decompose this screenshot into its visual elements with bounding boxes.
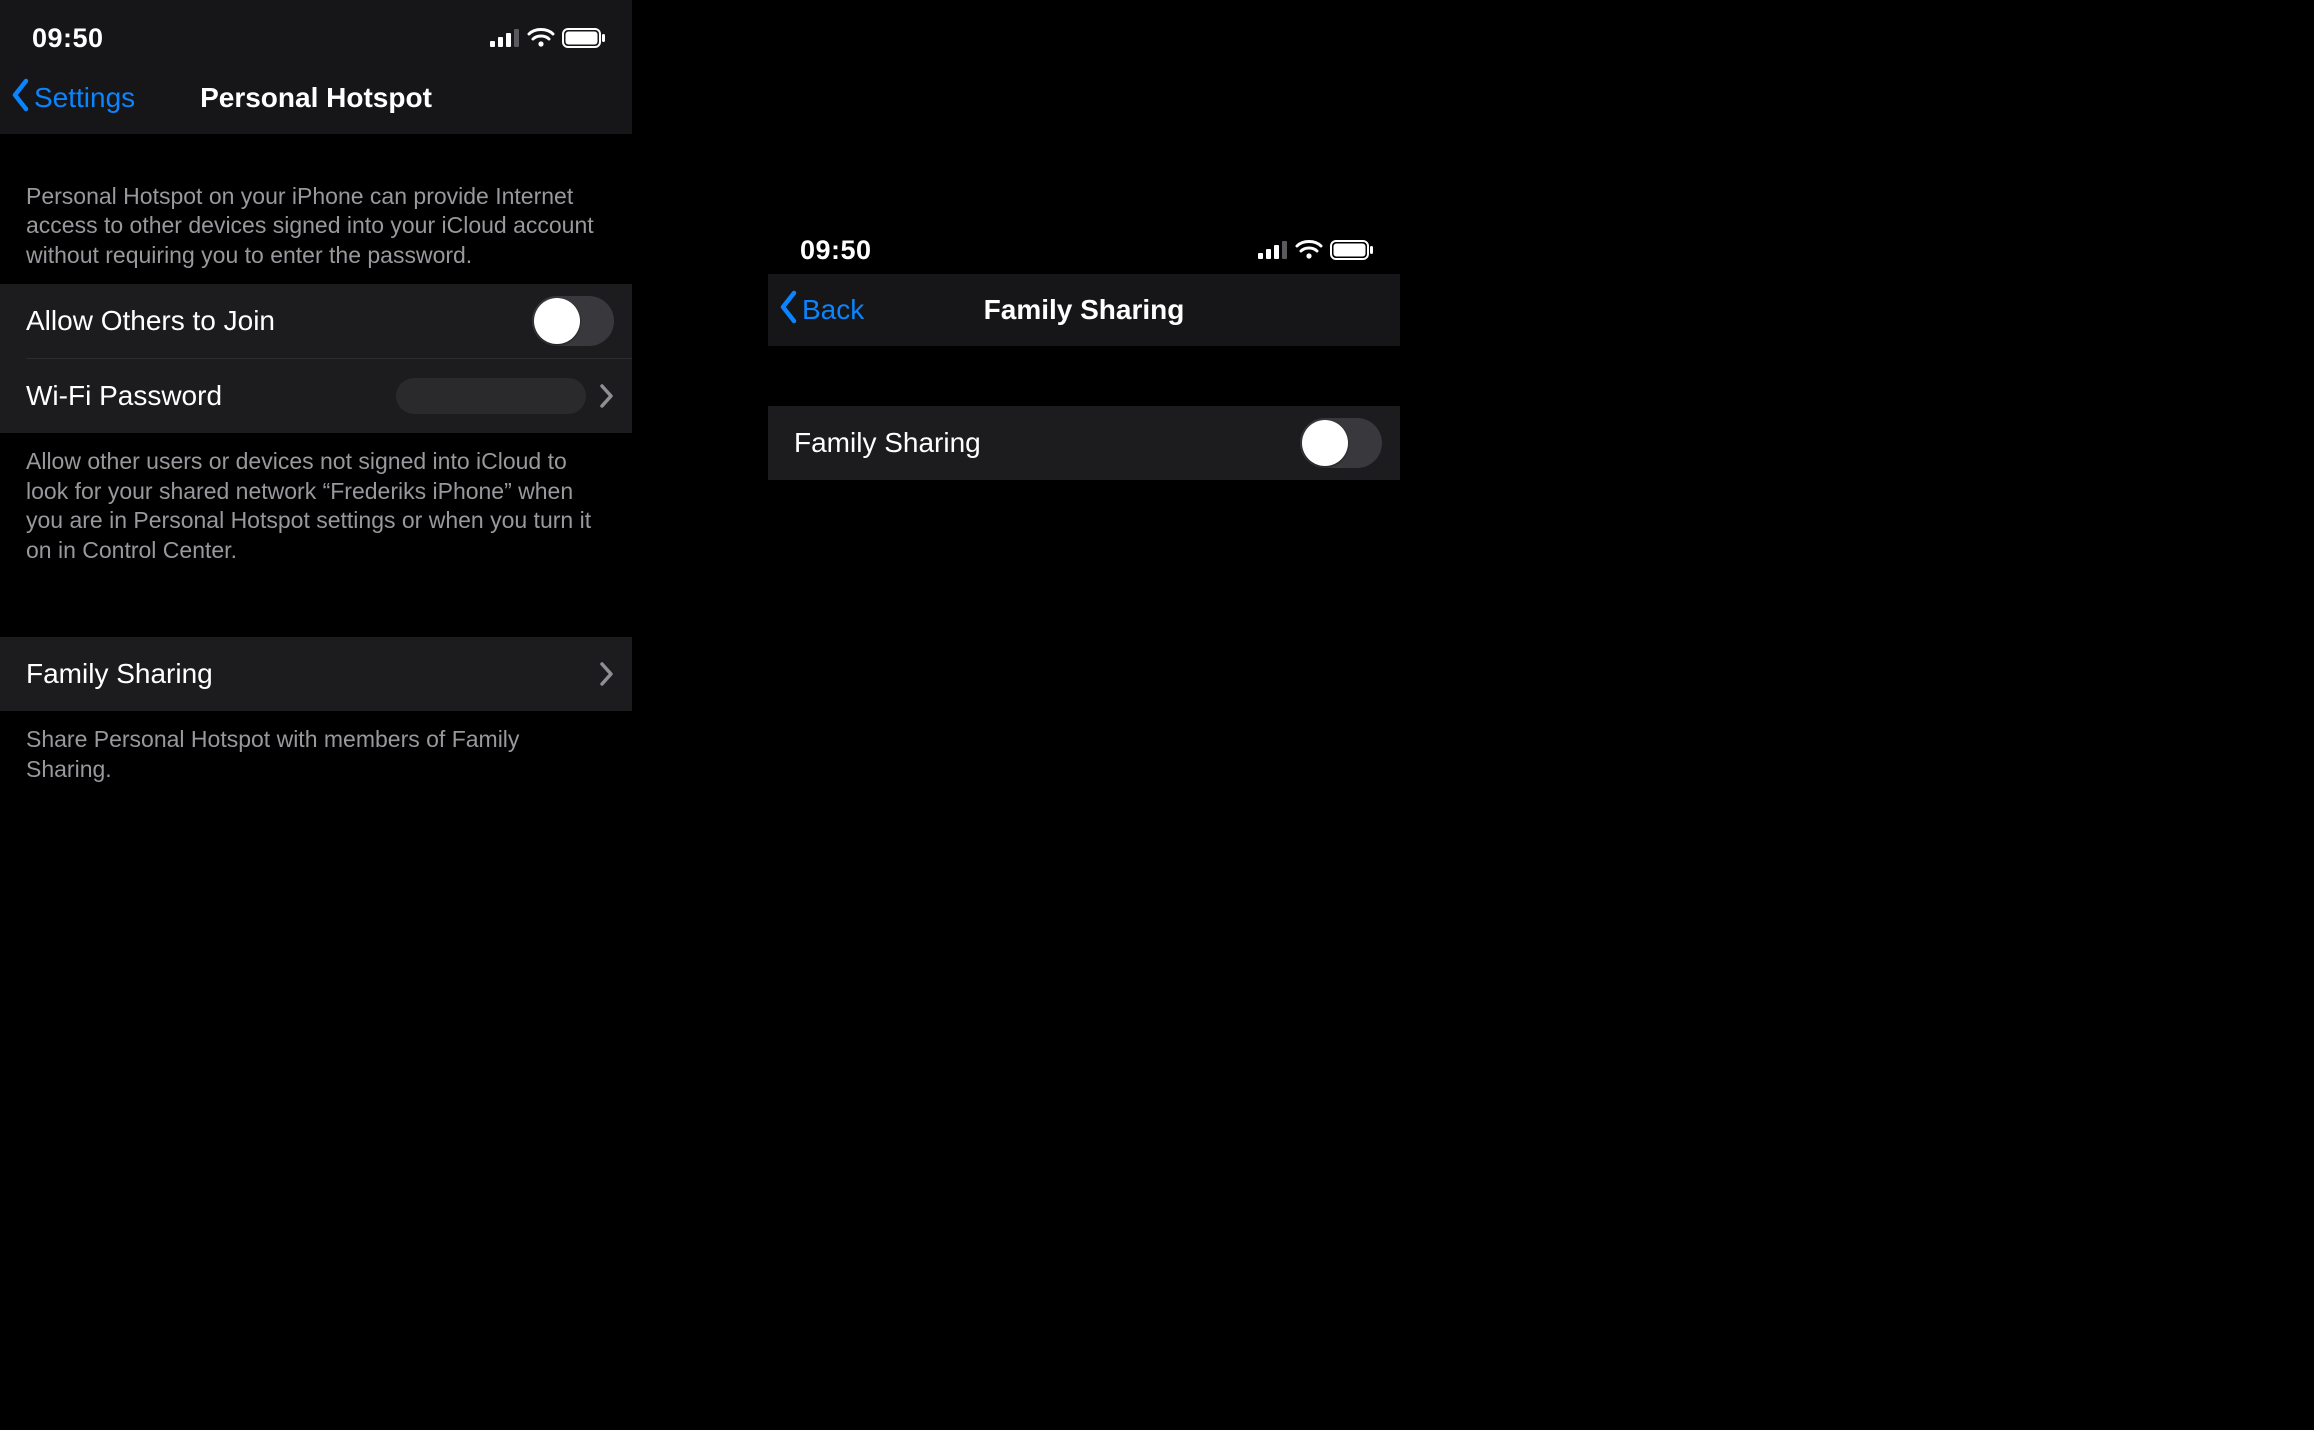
- wifi-icon: [527, 28, 555, 48]
- cell-label: Family Sharing: [794, 427, 981, 459]
- chevron-left-icon: [10, 78, 32, 119]
- nav-bar: Back Family Sharing: [768, 274, 1400, 346]
- nav-bar: Settings Personal Hotspot: [0, 62, 632, 134]
- switch-knob: [1302, 420, 1348, 466]
- family-sharing-toggle[interactable]: [1300, 418, 1382, 468]
- status-icons: [490, 28, 606, 48]
- status-bar: 09:50: [0, 0, 632, 62]
- cell-label: Allow Others to Join: [26, 305, 275, 337]
- back-button[interactable]: Back: [778, 290, 864, 331]
- back-label: Settings: [34, 82, 135, 114]
- chevron-right-icon: [600, 662, 614, 686]
- back-label: Back: [802, 294, 864, 326]
- screenshot-left: 09:50 Settings Personal Hotspot Personal…: [0, 0, 632, 784]
- cell-group-hotspot: Allow Others to Join Wi-Fi Password: [0, 284, 632, 433]
- cell-wifi-password[interactable]: Wi-Fi Password: [0, 359, 632, 433]
- cell-family-sharing[interactable]: Family Sharing: [0, 637, 632, 711]
- screenshot-right: 09:50 Back Family Sharing Family Sharing: [768, 212, 1400, 480]
- chevron-left-icon: [778, 290, 800, 331]
- password-redacted: [396, 378, 586, 414]
- chevron-right-icon: [600, 384, 614, 408]
- status-icons: [1258, 240, 1374, 260]
- status-time: 09:50: [32, 23, 104, 54]
- section-footer-text: Share Personal Hotspot with members of F…: [0, 711, 632, 784]
- cell-family-sharing-toggle[interactable]: Family Sharing: [768, 406, 1400, 480]
- status-bar: 09:50: [768, 212, 1400, 274]
- cell-group-family: Family Sharing: [0, 637, 632, 711]
- battery-icon: [1330, 240, 1374, 260]
- section-footer-text: Allow other users or devices not signed …: [0, 433, 632, 565]
- cell-label: Family Sharing: [26, 658, 213, 690]
- allow-others-toggle[interactable]: [532, 296, 614, 346]
- section-header-text: Personal Hotspot on your iPhone can prov…: [0, 134, 632, 284]
- back-button[interactable]: Settings: [10, 78, 135, 119]
- cellular-signal-icon: [1258, 241, 1288, 259]
- switch-knob: [534, 298, 580, 344]
- status-time: 09:50: [800, 235, 872, 266]
- cell-label: Wi-Fi Password: [26, 380, 222, 412]
- battery-icon: [562, 28, 606, 48]
- wifi-icon: [1295, 240, 1323, 260]
- cell-group-family-toggle: Family Sharing: [768, 406, 1400, 480]
- cell-allow-others[interactable]: Allow Others to Join: [0, 284, 632, 358]
- cellular-signal-icon: [490, 29, 520, 47]
